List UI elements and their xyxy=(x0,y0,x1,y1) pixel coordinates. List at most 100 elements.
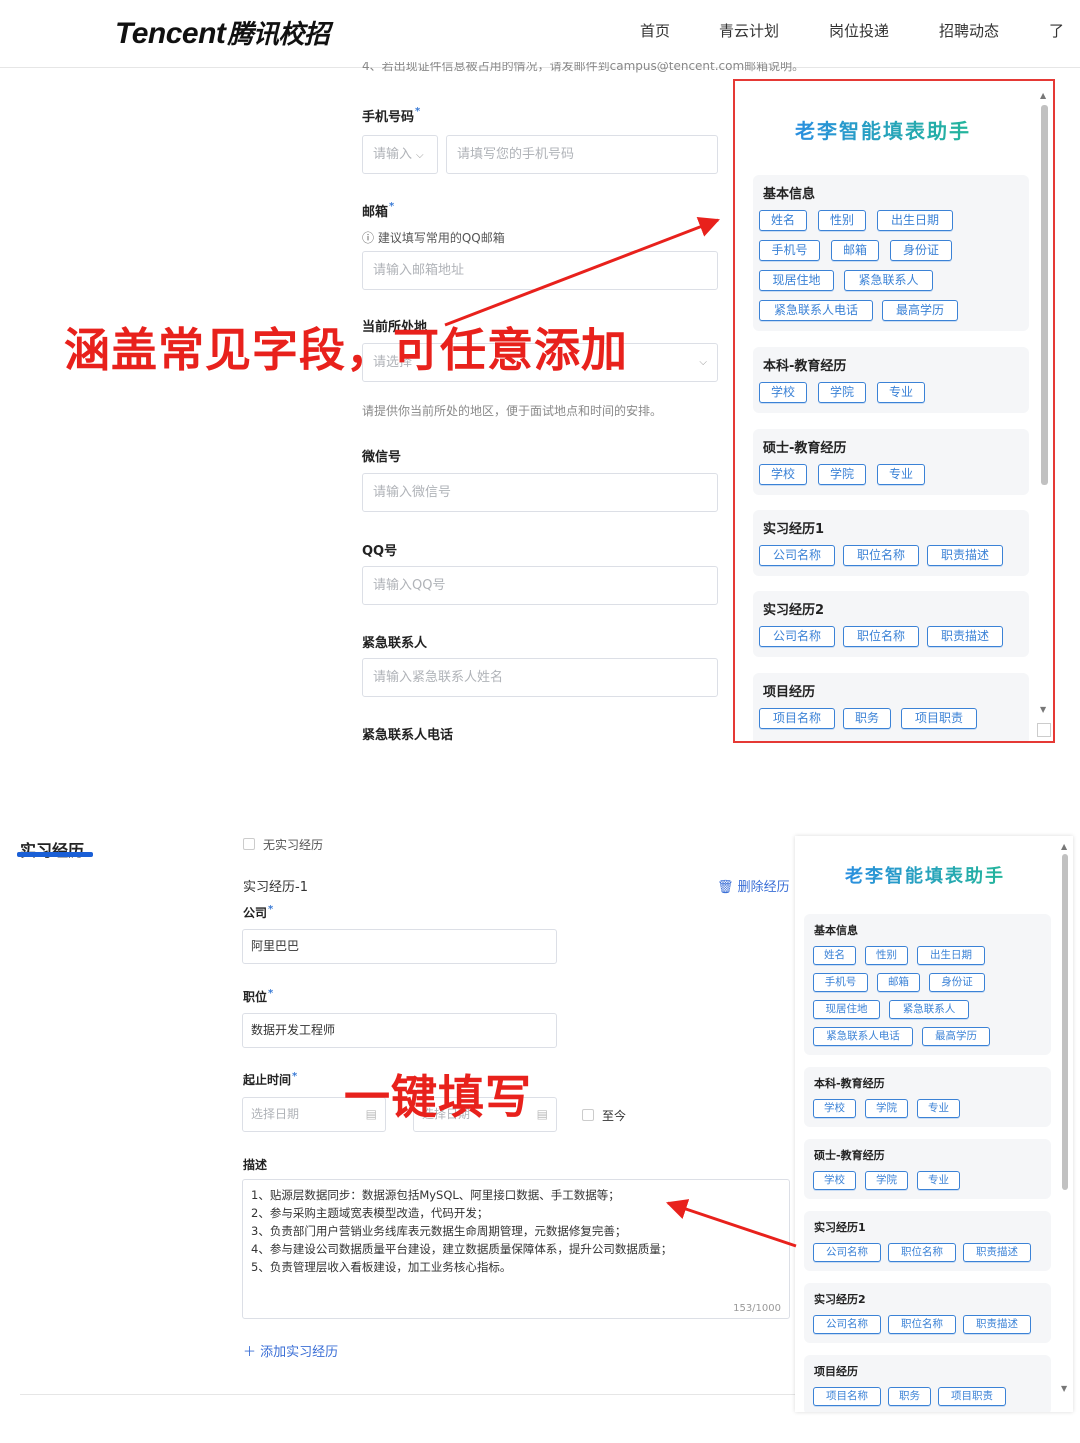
chip-project-name[interactable]: 项目名称 xyxy=(813,1387,881,1406)
chip-name[interactable]: 姓名 xyxy=(759,210,807,231)
chip-company-name[interactable]: 公司名称 xyxy=(759,626,835,647)
chip-project-duty[interactable]: 项目职责 xyxy=(901,708,977,729)
chip-residence[interactable]: 现居住地 xyxy=(813,1000,880,1019)
until-now-checkbox[interactable] xyxy=(582,1109,594,1121)
chevron-down-icon: ⌵ xyxy=(699,357,707,368)
emergency-phone-label: 紧急联系人电话 xyxy=(362,728,454,743)
chip-birthdate[interactable]: 出生日期 xyxy=(917,946,985,965)
chip-emergency-phone[interactable]: 紧急联系人电话 xyxy=(813,1027,913,1046)
chip-school[interactable]: 学校 xyxy=(813,1171,856,1190)
section-title-underline xyxy=(17,852,93,857)
logo-text-cn: 腾讯校招 xyxy=(227,20,330,50)
trash-icon: 🗑 xyxy=(717,880,734,895)
overlay-caption-one-click: 一键填写 xyxy=(344,1070,532,1124)
chip-residence[interactable]: 现居住地 xyxy=(759,270,834,291)
char-count: 153/1000 xyxy=(733,1303,781,1314)
chip-school[interactable]: 学校 xyxy=(759,464,807,485)
company-input[interactable]: 阿里巴巴 xyxy=(242,929,557,964)
section-internship-1: 实习经历1 公司名称 职位名称 职责描述 xyxy=(804,1211,1051,1271)
chip-major[interactable]: 专业 xyxy=(877,382,925,403)
scroll-down-arrow-icon[interactable]: ▼ xyxy=(1061,1384,1067,1393)
description-textarea[interactable]: 1、贴源层数据同步：数据源包括MySQL、阿里接口数据、手工数据等； 2、参与采… xyxy=(242,1179,790,1319)
phone-area-code-select[interactable]: 请输入 ⌵ xyxy=(362,135,438,174)
scrollbar-thumb[interactable] xyxy=(1062,854,1068,1190)
chip-major[interactable]: 专业 xyxy=(917,1171,960,1190)
chip-duty-description[interactable]: 职责描述 xyxy=(963,1315,1031,1334)
nav-qingyun-plan[interactable]: 青云计划 xyxy=(719,20,779,41)
chip-role[interactable]: 职务 xyxy=(888,1387,931,1406)
chip-phone[interactable]: 手机号 xyxy=(813,973,868,992)
chip-duty-description[interactable]: 职责描述 xyxy=(927,626,1003,647)
wechat-input[interactable]: 请输入微信号 xyxy=(362,473,718,512)
chip-college[interactable]: 学院 xyxy=(865,1171,908,1190)
chip-major[interactable]: 专业 xyxy=(917,1099,960,1118)
section-title: 基本信息 xyxy=(763,187,816,202)
chip-email[interactable]: 邮箱 xyxy=(831,240,879,261)
chip-duty-description[interactable]: 职责描述 xyxy=(963,1243,1031,1262)
chip-duty-description[interactable]: 职责描述 xyxy=(927,545,1003,566)
chip-project-duty[interactable]: 项目职责 xyxy=(938,1387,1006,1406)
assistant-title: 老李智能填表助手 xyxy=(845,862,1005,888)
phone-input[interactable]: 请填写您的手机号码 xyxy=(446,135,718,174)
chip-emergency-contact[interactable]: 紧急联系人 xyxy=(889,1000,969,1019)
tencent-logo[interactable]: Tencent腾讯校招 xyxy=(115,14,330,51)
no-internship-checkbox[interactable] xyxy=(243,838,255,850)
scrollbar-thumb[interactable] xyxy=(1041,105,1048,485)
nav-more-truncated[interactable]: 了 xyxy=(1049,20,1064,41)
chip-company-name[interactable]: 公司名称 xyxy=(759,545,835,566)
chip-name[interactable]: 姓名 xyxy=(813,946,856,965)
top-navigation-bar: Tencent腾讯校招 首页 青云计划 岗位投递 招聘动态 了 xyxy=(0,0,1080,68)
plus-icon: ＋ xyxy=(243,1345,257,1360)
chip-school[interactable]: 学校 xyxy=(759,382,807,403)
qq-input[interactable]: 请输入QQ号 xyxy=(362,566,718,605)
chip-school[interactable]: 学校 xyxy=(813,1099,856,1118)
section-bachelor-education: 本科-教育经历 学校 学院 专业 xyxy=(804,1067,1051,1127)
description-line: 4、参与建设公司数据质量平台建设，建立数据质量保障体系，提升公司数据质量； xyxy=(251,1242,673,1256)
description-label: 描述 xyxy=(243,1158,268,1172)
chip-gender[interactable]: 性别 xyxy=(865,946,908,965)
assistant-panel-lower: 老李智能填表助手 基本信息 姓名 性别 出生日期 手机号 邮箱 身份证 现居住地… xyxy=(795,836,1073,1412)
chip-major[interactable]: 专业 xyxy=(877,464,925,485)
chip-highest-degree[interactable]: 最高学历 xyxy=(922,1027,990,1046)
until-now-label: 至今 xyxy=(602,1109,627,1123)
position-input[interactable]: 数据开发工程师 xyxy=(242,1013,557,1048)
chip-role[interactable]: 职务 xyxy=(843,708,891,729)
nav-home[interactable]: 首页 xyxy=(640,20,670,41)
nav-recruit-news[interactable]: 招聘动态 xyxy=(939,20,999,41)
chip-emergency-phone[interactable]: 紧急联系人电话 xyxy=(759,300,873,321)
scroll-up-arrow-icon[interactable]: ▲ xyxy=(1061,842,1067,851)
resize-handle-icon[interactable] xyxy=(1037,723,1051,737)
info-circle-icon: ⓘ xyxy=(362,231,375,245)
chip-position-name[interactable]: 职位名称 xyxy=(843,545,919,566)
chip-position-name[interactable]: 职位名称 xyxy=(843,626,919,647)
chip-position-name[interactable]: 职位名称 xyxy=(888,1315,956,1334)
chip-phone[interactable]: 手机号 xyxy=(759,240,820,261)
chip-project-name[interactable]: 项目名称 xyxy=(759,708,835,729)
chip-company-name[interactable]: 公司名称 xyxy=(813,1315,881,1334)
scroll-down-arrow-icon[interactable]: ▼ xyxy=(1040,705,1046,714)
chip-company-name[interactable]: 公司名称 xyxy=(813,1243,881,1262)
scroll-up-arrow-icon[interactable]: ▲ xyxy=(1040,91,1046,100)
wechat-label: 微信号 xyxy=(362,450,402,465)
chip-position-name[interactable]: 职位名称 xyxy=(888,1243,956,1262)
email-input[interactable]: 请输入邮箱地址 xyxy=(362,251,718,290)
chip-college[interactable]: 学院 xyxy=(818,464,866,485)
chip-college[interactable]: 学院 xyxy=(865,1099,908,1118)
chip-college[interactable]: 学院 xyxy=(818,382,866,403)
nav-job-apply[interactable]: 岗位投递 xyxy=(829,20,889,41)
chip-gender[interactable]: 性别 xyxy=(818,210,866,231)
section-title: 硕士-教育经历 xyxy=(814,1149,885,1162)
add-internship-button[interactable]: ＋ 添加实习经历 xyxy=(243,1341,338,1360)
phone-label: 手机号码* xyxy=(362,106,421,125)
chip-emergency-contact[interactable]: 紧急联系人 xyxy=(844,270,933,291)
chip-email[interactable]: 邮箱 xyxy=(877,973,920,992)
delete-experience-button[interactable]: 🗑 删除经历 xyxy=(717,876,790,895)
chip-birthdate[interactable]: 出生日期 xyxy=(877,210,953,231)
chip-highest-degree[interactable]: 最高学历 xyxy=(882,300,958,321)
chip-id-card[interactable]: 身份证 xyxy=(929,973,985,992)
emergency-contact-input[interactable]: 请输入紧急联系人姓名 xyxy=(362,658,718,697)
chip-id-card[interactable]: 身份证 xyxy=(890,240,952,261)
description-line: 1、贴源层数据同步：数据源包括MySQL、阿里接口数据、手工数据等； xyxy=(251,1188,620,1202)
section-project-experience: 项目经历 项目名称 职务 项目职责 xyxy=(804,1355,1051,1412)
no-internship-label: 无实习经历 xyxy=(263,838,324,852)
